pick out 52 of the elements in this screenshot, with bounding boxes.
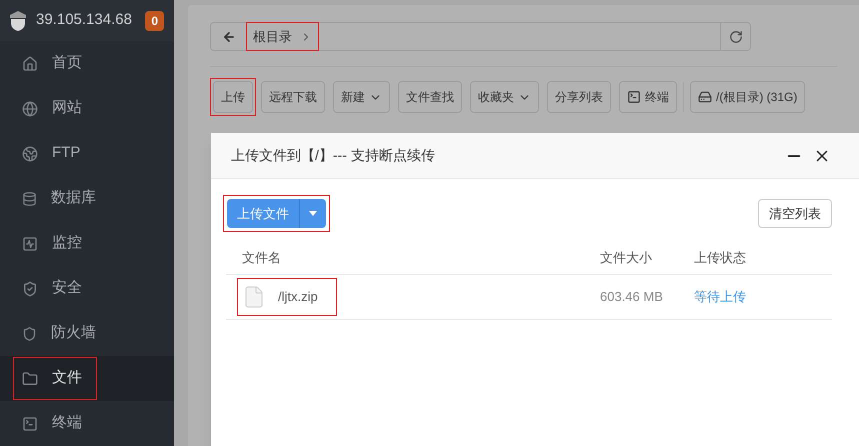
toolbar-button[interactable]: /(根目录) (31G) [690,81,806,113]
shield-icon [22,326,37,342]
globe-icon [22,100,38,116]
chart-icon [22,236,38,252]
dialog-title: 上传文件到【/】--- 支持断点续传 [231,146,436,165]
toolbar-button[interactable]: 收藏夹 [470,81,539,113]
sidebar-label: 终端 [52,413,82,434]
toolbar-button[interactable]: 文件查找 [398,81,462,113]
file-name: /ljtx.zip [278,288,318,306]
column-header: 文件名 [241,248,282,267]
caret-icon [309,211,317,216]
shield-check-icon [22,280,38,296]
sidebar-item[interactable]: 防火墙 [0,311,174,356]
back-arrow-icon [222,30,236,44]
terminal-icon [627,90,641,104]
sidebar-item[interactable]: 终端 [0,401,174,446]
folder-icon [22,370,38,386]
sidebar-item[interactable]: 数据库 [0,176,174,221]
sidebar-item[interactable]: 网站 [0,86,174,131]
file-size: 603.46 MB [600,288,664,306]
sidebar-item[interactable]: FTP [0,131,174,176]
toolbar-button[interactable]: 远程下载 [261,81,325,113]
sidebar-item[interactable]: 安全 [0,266,174,311]
database-icon [22,190,37,206]
notification-badge[interactable]: 0 [145,10,164,30]
column-header: 上传状态 [694,248,746,267]
toolbar-button[interactable]: 上传 [213,81,253,113]
column-header: 文件大小 [600,248,653,267]
sidebar-label: 文件 [52,368,82,388]
sidebar-label: FTP [52,143,80,164]
server-address: 39.105.134.68 [36,10,133,30]
globe-icon [22,146,38,162]
sidebar-label: 网站 [52,98,82,118]
breadcrumb-link[interactable]: 根目录 [247,23,318,50]
terminal-icon [22,416,38,432]
sidebar-label: 数据库 [51,188,96,208]
toolbar-button[interactable]: 新建 [333,81,390,113]
sidebar-label: 监控 [52,233,82,254]
toolbar-button[interactable]: 终端 [619,81,677,113]
sidebar-item[interactable]: 首页 [0,41,174,86]
upload-file-button[interactable]: 上传文件 [227,199,300,228]
sidebar-label: 防火墙 [51,323,96,344]
sidebar-label: 安全 [52,278,82,298]
sidebar-label: 首页 [52,53,82,74]
home-icon [22,56,38,72]
refresh-icon [728,30,742,44]
sidebar-item[interactable]: 监控 [0,221,174,266]
shield-logo-icon [8,10,28,32]
sidebar-item[interactable]: 文件 [0,356,174,401]
clear-list-button[interactable]: 清空列表 [758,199,832,228]
upload-status: 等待上传 [694,288,746,306]
toolbar-button[interactable]: 分享列表 [547,81,611,113]
